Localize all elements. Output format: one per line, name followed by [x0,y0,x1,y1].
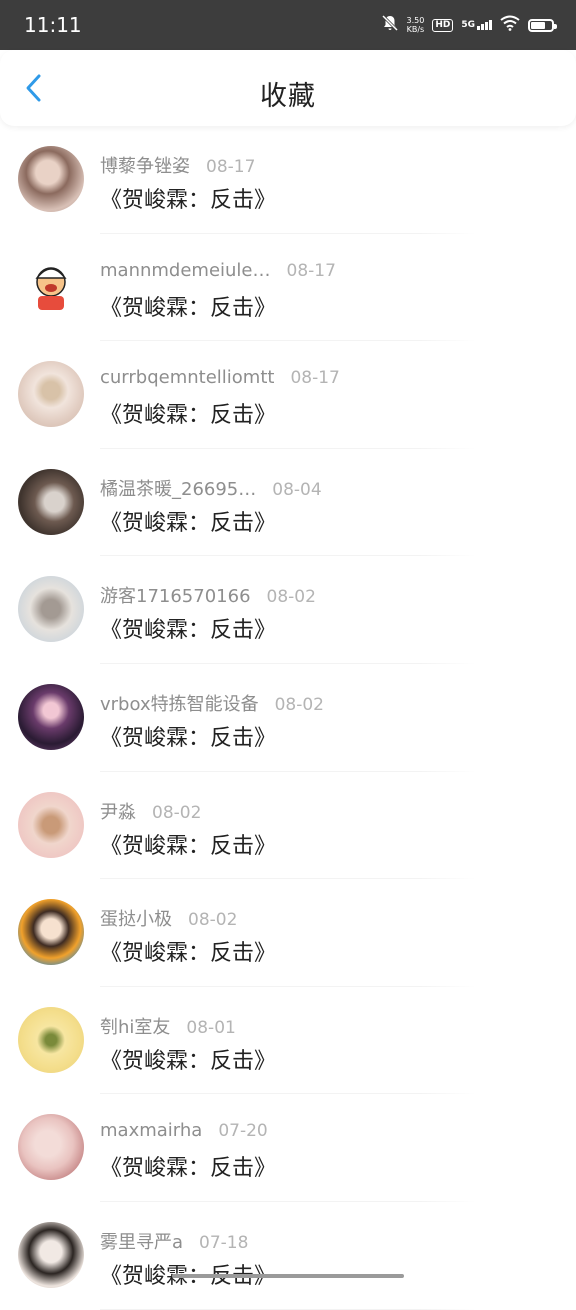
user-info-line: maxmairha 07-20 [100,1120,268,1141]
user-info-line: 橘温茶暖_26695… 08-04 [100,475,322,501]
favorite-title[interactable]: 《贺峻霖：反击》 [100,182,276,214]
username[interactable]: maxmairha [100,1120,202,1141]
username[interactable]: currbqemntelliomtt [100,367,274,388]
network-label: 5G [461,20,475,30]
net-speed-value: 3.50 [406,16,425,25]
divider [100,1308,476,1310]
signal-5g-icon: 5G [461,20,492,30]
username[interactable]: vrbox特拣智能设备 [100,690,259,716]
username[interactable]: 雾里寻严a [100,1228,183,1254]
favorite-title[interactable]: 《贺峻霖：反击》 [100,1150,276,1182]
favorite-title[interactable]: 《贺峻霖：反击》 [100,1043,276,1075]
user-info-line: 刳hi室友 08-01 [100,1013,236,1039]
user-avatar[interactable] [18,899,84,966]
username[interactable]: 尹淼 [100,798,136,824]
favorite-item[interactable]: 游客1716570166 08-02 《贺峻霖：反击》 [0,556,576,664]
favorite-title[interactable]: 《贺峻霖：反击》 [100,935,276,967]
favorite-date: 07-18 [199,1232,249,1253]
mute-bell-icon [381,14,399,36]
username[interactable]: mannmdemeiule… [100,260,271,281]
favorite-title[interactable]: 《贺峻霖：反击》 [100,397,276,429]
favorite-item[interactable]: currbqemntelliomtt 08-17 《贺峻霖：反击》 [0,341,576,449]
user-info-line: 蛋挞小极 08-02 [100,905,237,931]
favorite-item[interactable]: 橘温茶暖_26695… 08-04 《贺峻霖：反击》 [0,449,576,557]
user-avatar[interactable] [18,791,84,858]
favorite-item[interactable]: vrbox特拣智能设备 08-02 《贺峻霖：反击》 [0,664,576,772]
user-info-line: 尹淼 08-02 [100,798,201,824]
net-speed: 3.50 KB/s [407,16,425,34]
username[interactable]: 蛋挞小极 [100,905,172,931]
favorite-title[interactable]: 《贺峻霖：反击》 [100,505,276,537]
status-icons: 3.50 KB/s HD 5G [381,14,557,36]
user-avatar[interactable] [18,253,84,320]
favorite-date: 08-02 [266,587,316,608]
user-info-line: vrbox特拣智能设备 08-02 [100,690,324,716]
home-indicator[interactable] [172,1274,404,1278]
net-speed-unit: KB/s [406,25,425,34]
user-info-line: mannmdemeiule… 08-17 [100,260,336,281]
favorite-item[interactable]: mannmdemeiule… 08-17 《贺峻霖：反击》 [0,234,576,342]
user-info-line: 雾里寻严a 07-18 [100,1228,248,1254]
user-avatar[interactable] [18,468,84,535]
favorites-list: 博藜争锉姿 08-17 《贺峻霖：反击》 mannmdemeiule… 08-17 《贺峻… [0,126,576,1310]
user-avatar[interactable] [18,1221,84,1288]
username[interactable]: 橘温茶暖_26695… [100,475,256,501]
favorite-item[interactable]: 雾里寻严a07-18《贺峻霖：反击》 [0,1202,576,1310]
favorite-item[interactable]: 刳hi室友 08-01 《贺峻霖：反击》 [0,987,576,1095]
favorite-date: 08-17 [286,260,336,281]
status-bar: 11:11 3.50 KB/s HD 5G [0,0,576,50]
username[interactable]: 刳hi室友 [100,1013,170,1039]
favorite-date: 08-04 [272,479,322,500]
user-avatar[interactable] [18,683,84,750]
hd-icon: HD [432,18,454,32]
user-info-line: 博藜争锉姿 08-17 [100,152,255,178]
favorite-item[interactable]: 尹淼 08-02 《贺峻霖：反击》 [0,772,576,880]
favorite-date: 08-02 [274,694,324,715]
favorite-title[interactable]: 《贺峻霖：反击》 [100,720,276,752]
user-avatar[interactable] [18,361,84,428]
user-info-line: currbqemntelliomtt 08-17 [100,367,340,388]
favorite-item[interactable]: maxmairha 07-20 《贺峻霖：反击》 [0,1094,576,1202]
favorite-date: 07-20 [218,1121,268,1142]
user-avatar[interactable] [18,1114,84,1181]
favorite-item[interactable]: 博藜争锉姿 08-17 《贺峻霖：反击》 [0,126,576,234]
favorite-title[interactable]: 《贺峻霖：反击》 [100,612,276,644]
user-avatar[interactable] [18,576,84,643]
user-avatar[interactable] [18,1006,84,1073]
favorite-date: 08-01 [186,1017,236,1038]
favorite-title[interactable]: 《贺峻霖：反击》 [100,290,276,322]
user-info-line: 游客1716570166 08-02 [100,582,316,608]
page-title: 收藏 [260,81,316,112]
username[interactable]: 博藜争锉姿 [100,152,190,178]
status-time: 11:11 [24,13,82,37]
header-bar: 收藏 [0,50,576,126]
battery-icon [528,18,557,32]
favorite-date: 08-17 [290,368,340,389]
username[interactable]: 游客1716570166 [100,582,251,608]
favorite-date: 08-02 [152,802,202,823]
favorite-item[interactable]: 蛋挞小极 08-02 《贺峻霖：反击》 [0,879,576,987]
user-avatar[interactable] [18,146,84,212]
favorite-date: 08-17 [206,157,256,177]
favorite-title[interactable]: 《贺峻霖：反击》 [100,828,276,860]
favorite-date: 08-02 [188,910,238,931]
wifi-icon [500,15,520,35]
